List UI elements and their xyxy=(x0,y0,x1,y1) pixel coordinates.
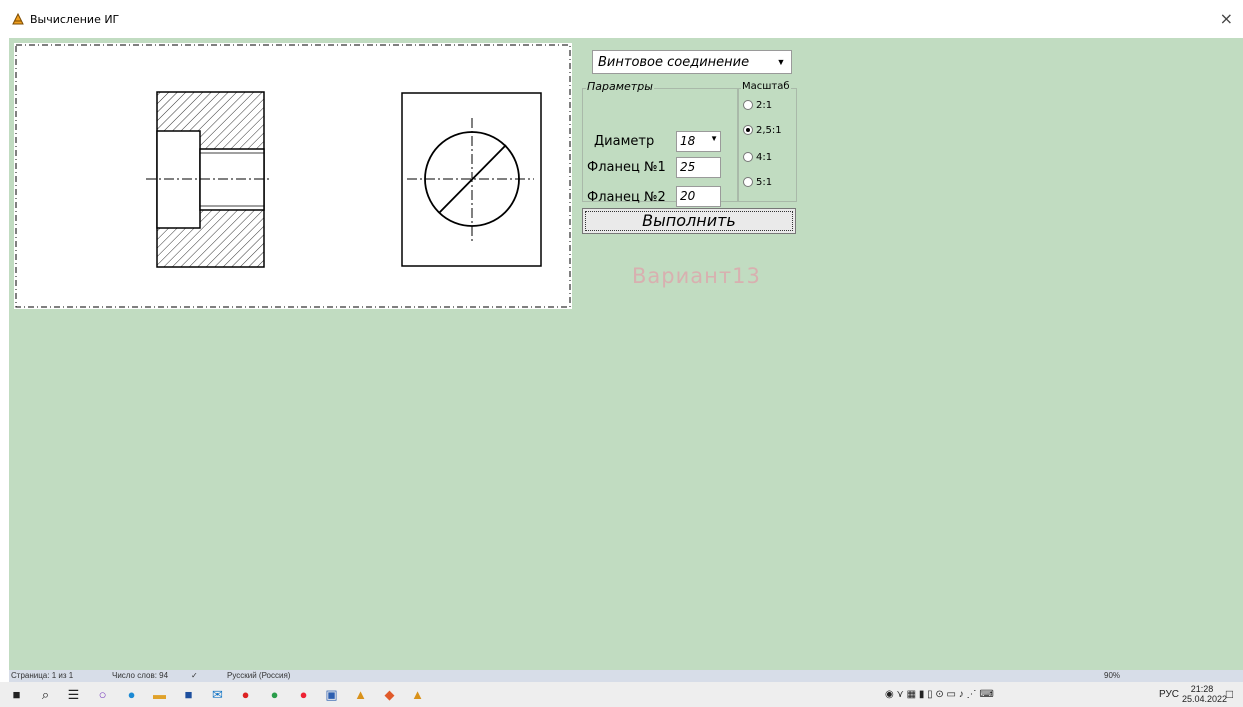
flange2-label: Фланец №2 xyxy=(587,190,666,205)
flange1-label: Фланец №1 xyxy=(587,160,666,175)
app-icon xyxy=(12,12,24,25)
search-icon[interactable]: ⌕ xyxy=(38,687,53,702)
technical-drawing xyxy=(15,44,571,308)
tray-icons[interactable]: ◉ ⋎ ▦ ▮ ▯ ⊙ ▭ ♪ ⋰ ⌨ xyxy=(885,682,994,707)
scale-legend: Масштаб xyxy=(741,81,791,92)
variant-label: Вариант13 xyxy=(632,264,761,288)
scale-option-2-1[interactable]: 2:1 xyxy=(743,100,772,111)
diameter-label: Диаметр xyxy=(594,134,655,149)
cortana-icon[interactable]: ○ xyxy=(95,687,110,702)
flange1-field[interactable]: 25 xyxy=(676,157,721,178)
diameter-value: 18 xyxy=(680,134,696,148)
explorer-icon[interactable]: ▬ xyxy=(152,687,167,702)
close-icon[interactable]: × xyxy=(1220,9,1233,28)
run-button[interactable]: Выполнить xyxy=(582,208,796,234)
start-icon[interactable]: ■ xyxy=(9,687,24,702)
radio-icon[interactable] xyxy=(743,100,753,110)
scale-option-5-1[interactable]: 5:1 xyxy=(743,177,772,188)
paint-icon[interactable]: ◆ xyxy=(382,687,397,702)
spellcheck-icon: ✓ xyxy=(191,671,198,680)
word-icon[interactable]: ▣ xyxy=(324,687,339,702)
clock-time: 21:28 xyxy=(1190,684,1214,694)
title-bar: Вычисление ИГ × xyxy=(0,0,1243,38)
status-bar: Страница: 1 из 1 Число слов: 94 ✓ Русски… xyxy=(9,670,1243,682)
chevron-down-icon[interactable]: ▼ xyxy=(773,54,789,70)
status-zoom: 90% xyxy=(1104,671,1121,680)
scale-option-4-1[interactable]: 4:1 xyxy=(743,152,772,163)
diameter-select[interactable]: 18 ▼ xyxy=(676,131,721,152)
clock-date: 25.04.2022 xyxy=(1182,694,1228,704)
taskbar: ■ ⌕ ☰ ○ ● ▬ ■ ✉ ● ● ● ▣ ▲ ◆ ▲ ◉ ⋎ ▦ ▮ ▯ … xyxy=(0,682,1243,707)
app-icon[interactable]: ▲ xyxy=(410,687,425,702)
clock[interactable]: 21:28 25.04.2022 xyxy=(1182,684,1228,704)
chrome-icon[interactable]: ● xyxy=(267,687,282,702)
app-icon[interactable]: ▲ xyxy=(353,687,368,702)
store-icon[interactable]: ■ xyxy=(181,687,196,702)
notification-icon[interactable]: □ xyxy=(1222,687,1237,702)
radio-icon[interactable] xyxy=(743,152,753,162)
status-page: Страница: 1 из 1 xyxy=(11,671,74,680)
radio-selected-icon[interactable] xyxy=(743,125,753,135)
connection-type-value: Винтовое соединение xyxy=(598,55,750,70)
input-language[interactable]: РУС xyxy=(1159,682,1179,707)
drawing-canvas xyxy=(14,43,572,309)
flange2-field[interactable]: 20 xyxy=(676,186,721,207)
status-words: Число слов: 94 xyxy=(112,671,169,680)
mail-icon[interactable]: ✉ xyxy=(210,687,225,702)
status-language: Русский (Россия) xyxy=(227,671,291,680)
connection-type-dropdown[interactable]: Винтовое соединение ▼ xyxy=(592,50,792,74)
radio-icon[interactable] xyxy=(743,177,753,187)
parameters-legend: Параметры xyxy=(586,80,654,93)
yandex-icon[interactable]: ● xyxy=(296,687,311,702)
section-view xyxy=(146,91,272,268)
edge-icon[interactable]: ● xyxy=(124,687,139,702)
opera-icon[interactable]: ● xyxy=(238,687,253,702)
window-title: Вычисление ИГ xyxy=(30,13,120,26)
chevron-down-icon[interactable]: ▼ xyxy=(710,134,718,143)
end-view xyxy=(401,92,542,267)
scale-option-2-5-1[interactable]: 2,5:1 xyxy=(743,125,782,136)
task-view-icon[interactable]: ☰ xyxy=(66,687,81,702)
